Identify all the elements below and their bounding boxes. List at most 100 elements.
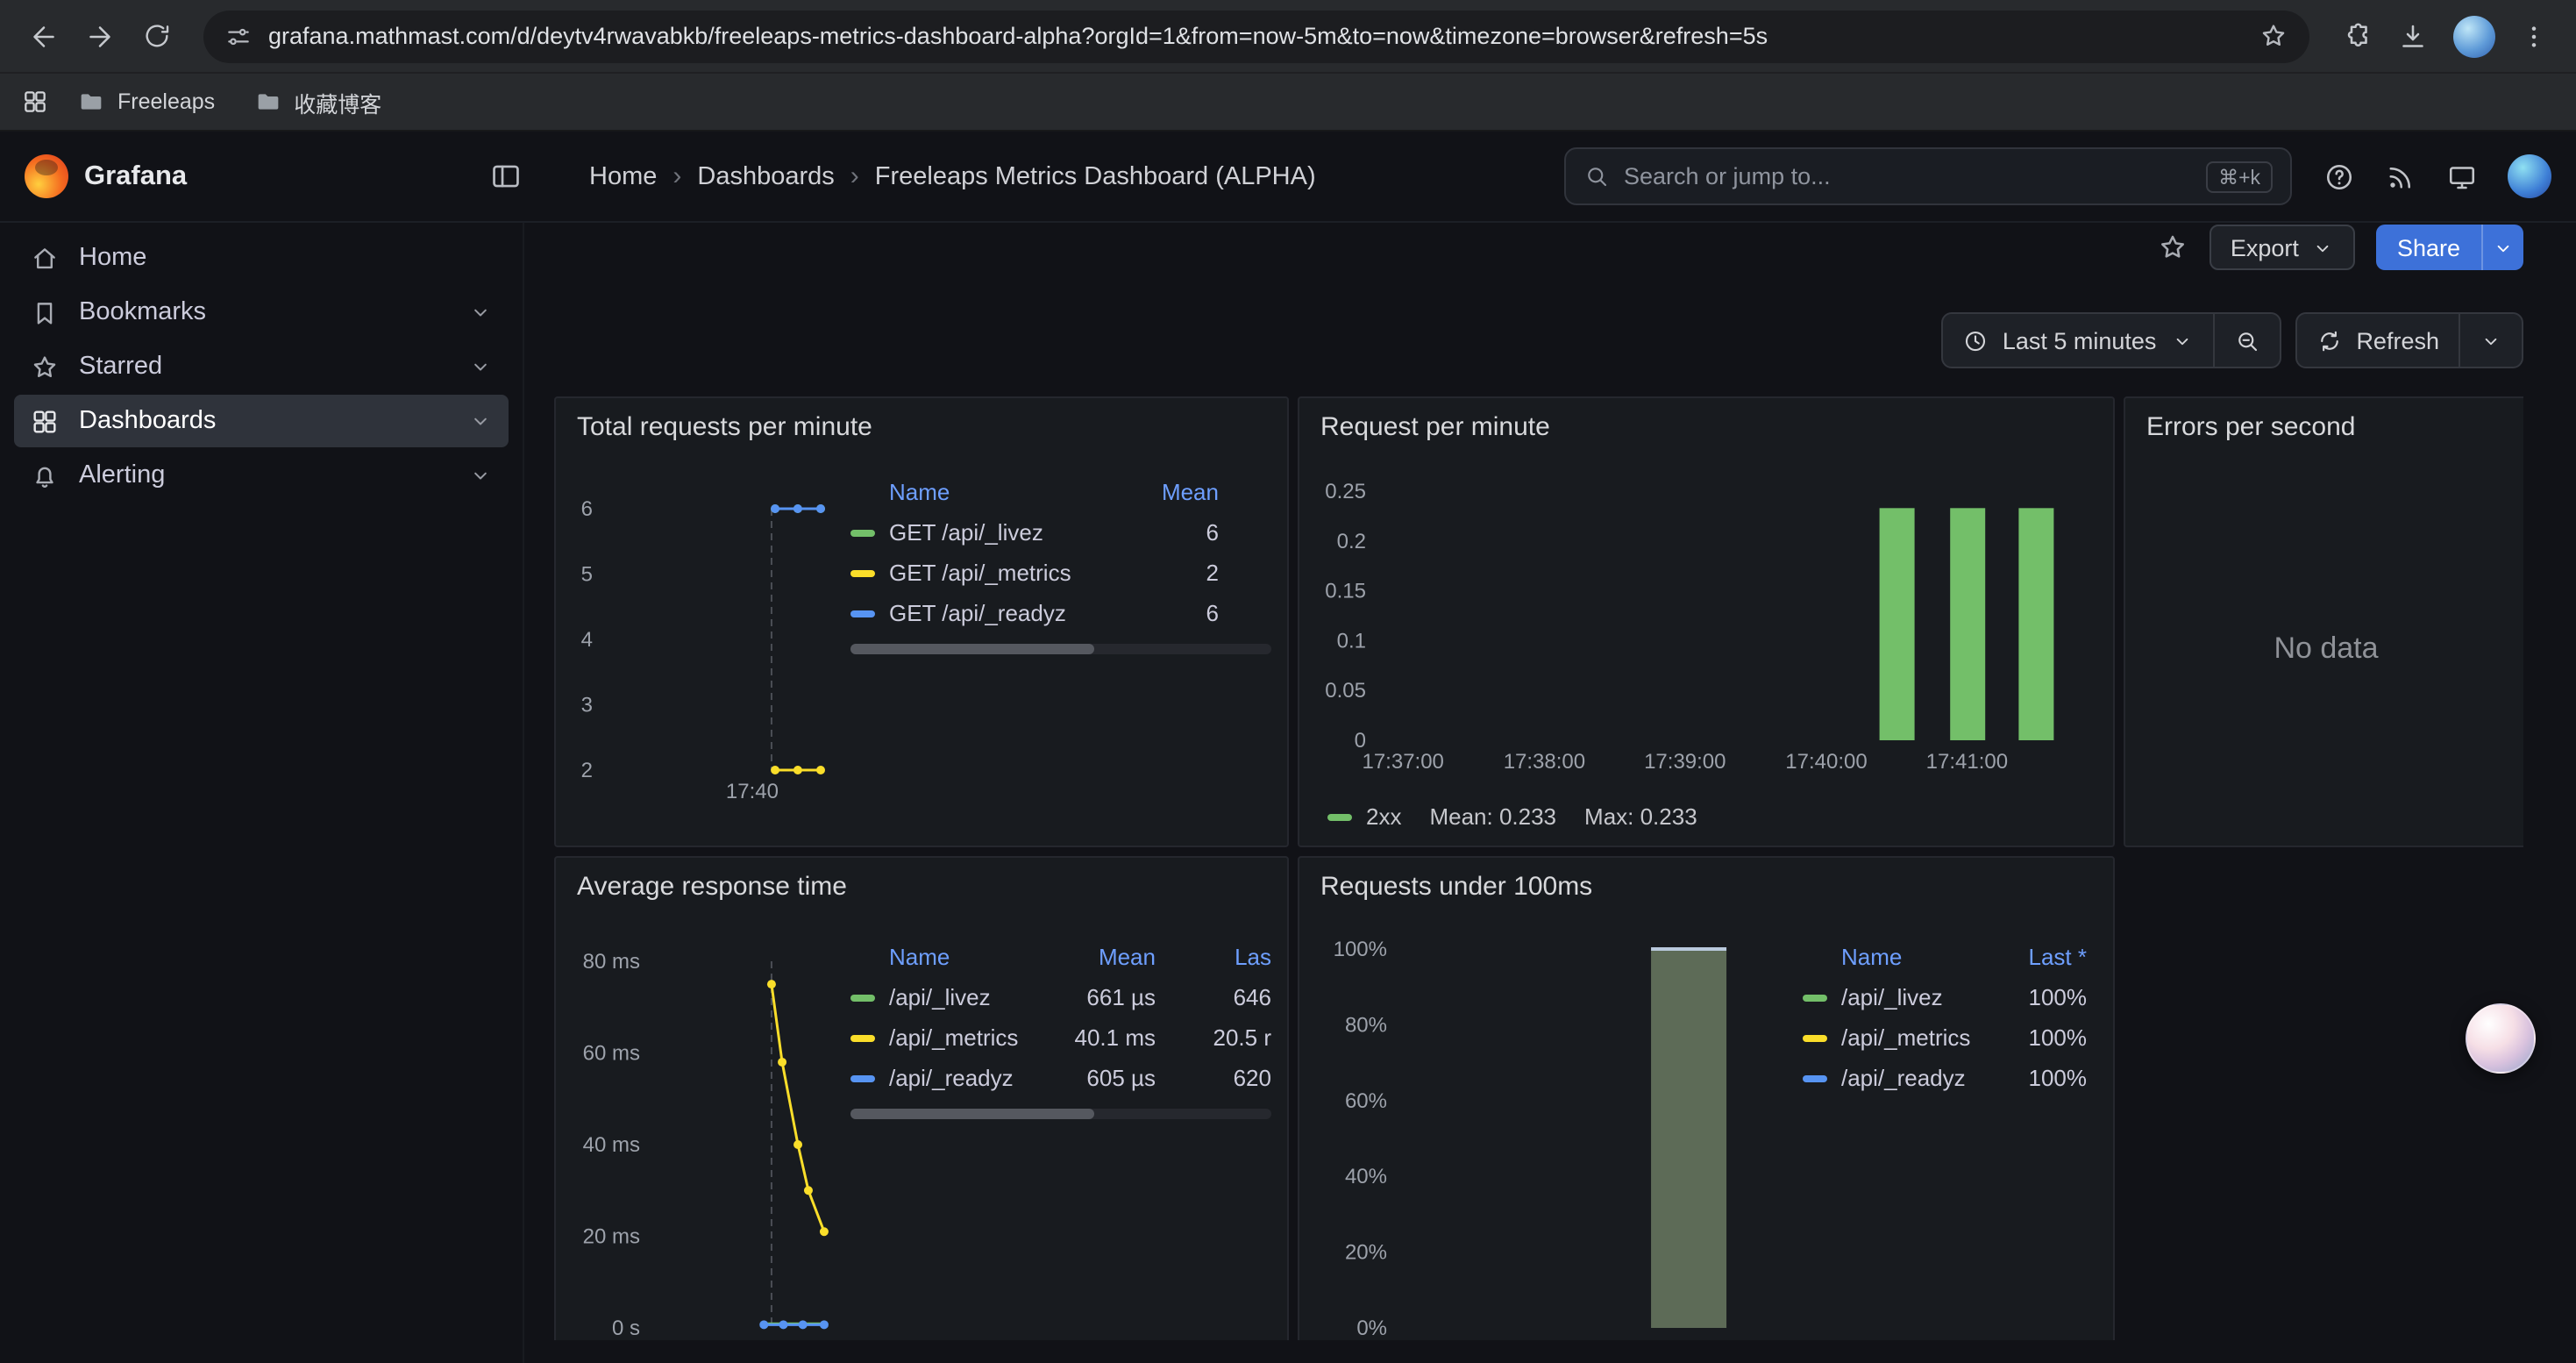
panel-title[interactable]: Requests under 100ms xyxy=(1299,858,2113,902)
extensions-icon[interactable] xyxy=(2341,20,2373,52)
bookmark-item-blogs[interactable]: 收藏博客 xyxy=(243,80,392,124)
breadcrumb-home[interactable]: Home xyxy=(589,162,657,190)
series-mean: 40.1 ms xyxy=(1050,1024,1156,1051)
zoom-out-button[interactable] xyxy=(2212,314,2279,367)
sidebar-item-starred[interactable]: Starred xyxy=(14,340,509,393)
series-label[interactable]: /api/_livez xyxy=(1841,984,1943,1010)
panel-requests-under-100ms[interactable]: Requests under 100ms 0%20%40%60%80%100%1… xyxy=(1298,856,2115,1340)
chevron-down-icon[interactable] xyxy=(468,354,493,379)
series-swatch-green xyxy=(850,994,875,1001)
series-label[interactable]: /api/_metrics xyxy=(889,1024,1018,1051)
refresh-button[interactable]: Refresh xyxy=(2296,314,2459,367)
chart-requests-under-100ms[interactable]: 0%20%40%60%80%100%17:40 xyxy=(1306,907,1832,1340)
browser-menu-icon[interactable] xyxy=(2520,22,2548,50)
monitor-icon[interactable] xyxy=(2446,161,2478,192)
series-label[interactable]: /api/_livez xyxy=(889,984,991,1010)
panel-request-per-minute[interactable]: Request per minute 00.050.10.150.20.2517… xyxy=(1298,396,2115,847)
user-avatar[interactable] xyxy=(2508,154,2551,198)
breadcrumb-dashboards[interactable]: Dashboards xyxy=(697,162,834,190)
panel-title[interactable]: Errors per second xyxy=(2125,398,2523,442)
share-button[interactable]: Share xyxy=(2376,225,2481,270)
back-icon[interactable] xyxy=(18,10,70,62)
svg-text:80%: 80% xyxy=(1345,1013,1387,1037)
share-menu-button[interactable] xyxy=(2481,225,2523,270)
series-label[interactable]: /api/_readyz xyxy=(1841,1065,1966,1091)
refresh-interval-button[interactable] xyxy=(2459,314,2522,367)
grafana-body: Home Bookmarks Starred xyxy=(0,223,2576,1363)
folder-icon xyxy=(253,88,281,116)
chart-total-requests[interactable]: 2345617:40 xyxy=(563,447,854,840)
mega-menu-toggle-icon[interactable] xyxy=(489,160,523,193)
time-controls: Last 5 minutes Refresh xyxy=(524,312,2523,368)
panel-total-requests[interactable]: Total requests per minute 2345617:40 Nam… xyxy=(554,396,1289,847)
svg-text:17:40: 17:40 xyxy=(737,1338,789,1340)
series-label[interactable]: 2xx xyxy=(1366,803,1401,830)
reload-icon[interactable] xyxy=(130,10,182,62)
panel-title[interactable]: Total requests per minute xyxy=(556,398,1287,442)
search-input[interactable]: Search or jump to... ⌘+k xyxy=(1564,147,2292,205)
series-label[interactable]: GET /api/_readyz xyxy=(889,600,1066,626)
scrollbar-thumb[interactable] xyxy=(850,644,1094,654)
breadcrumb-separator: › xyxy=(672,161,681,191)
site-settings-icon[interactable] xyxy=(224,22,253,50)
svg-text:0.15: 0.15 xyxy=(1325,580,1366,603)
svg-text:0 s: 0 s xyxy=(612,1317,640,1340)
legend-row: /api/_livez 100% xyxy=(1803,977,2087,1017)
favorite-star-icon[interactable] xyxy=(2157,232,2188,263)
help-icon[interactable] xyxy=(2323,161,2355,192)
panel-title[interactable]: Request per minute xyxy=(1299,398,2113,442)
floating-assistant-avatar[interactable] xyxy=(2466,1003,2536,1074)
svg-text:60 ms: 60 ms xyxy=(583,1042,640,1066)
share-label: Share xyxy=(2397,234,2460,260)
series-swatch-yellow xyxy=(1803,1034,1827,1041)
series-swatch-blue xyxy=(1803,1074,1827,1081)
svg-text:40%: 40% xyxy=(1345,1165,1387,1188)
chevron-down-icon[interactable] xyxy=(468,409,493,433)
panel-title[interactable]: Average response time xyxy=(556,858,1287,902)
legend-header-name[interactable]: Name xyxy=(850,944,1050,970)
grafana-logo[interactable] xyxy=(25,154,68,198)
series-label[interactable]: /api/_readyz xyxy=(889,1065,1014,1091)
news-rss-icon[interactable] xyxy=(2385,161,2416,192)
legend-scrollbar[interactable] xyxy=(850,644,1271,654)
series-label[interactable]: GET /api/_livez xyxy=(889,519,1043,546)
legend-scrollbar[interactable] xyxy=(850,1109,1271,1119)
chart-average-response-time[interactable]: 0 s20 ms40 ms60 ms80 ms17:40 xyxy=(563,907,847,1340)
bookmark-item-freeleaps[interactable]: Freeleaps xyxy=(67,82,225,121)
series-label[interactable]: /api/_metrics xyxy=(1841,1024,1970,1051)
export-button[interactable]: Export xyxy=(2210,225,2355,270)
sidebar-item-dashboards[interactable]: Dashboards xyxy=(14,395,509,447)
url-text[interactable]: grafana.mathmast.com/d/deytv4rwavabkb/fr… xyxy=(268,23,2259,49)
sidebar-item-bookmarks[interactable]: Bookmarks xyxy=(14,286,509,339)
bookmark-star-icon[interactable] xyxy=(2259,21,2288,51)
sidebar: Home Bookmarks Starred xyxy=(0,223,524,1363)
sidebar-item-home[interactable]: Home xyxy=(14,232,509,284)
legend-header-last[interactable]: Las xyxy=(1156,944,1271,970)
panel-average-response-time[interactable]: Average response time 0 s20 ms40 ms60 ms… xyxy=(554,856,1289,1340)
address-bar[interactable]: grafana.mathmast.com/d/deytv4rwavabkb/fr… xyxy=(203,10,2309,62)
chevron-down-icon[interactable] xyxy=(468,300,493,325)
legend-header-mean[interactable]: Mean xyxy=(1121,479,1219,505)
time-range-button[interactable]: Last 5 minutes xyxy=(1943,314,2213,367)
panel-errors-per-second[interactable]: Errors per second No data xyxy=(2124,396,2523,847)
svg-text:100%: 100% xyxy=(1334,938,1387,961)
time-range-label: Last 5 minutes xyxy=(2003,327,2157,353)
sidebar-item-alerting[interactable]: Alerting xyxy=(14,449,509,502)
chrome-profile-avatar[interactable] xyxy=(2453,15,2495,57)
legend-header-last[interactable]: Last * xyxy=(1989,944,2087,970)
legend-header-mean[interactable]: Mean xyxy=(1050,944,1156,970)
chevron-down-icon[interactable] xyxy=(468,463,493,488)
svg-text:20 ms: 20 ms xyxy=(583,1225,640,1249)
screen: grafana.mathmast.com/d/deytv4rwavabkb/fr… xyxy=(0,0,2576,1363)
grafana-header-left: Grafana xyxy=(25,154,523,198)
forward-icon[interactable] xyxy=(74,10,126,62)
grafana-header: Grafana Home › Dashboards › Freeleaps Me… xyxy=(0,132,2576,223)
legend-header-name[interactable]: Name xyxy=(850,479,1121,505)
series-label[interactable]: GET /api/_metrics xyxy=(889,560,1071,586)
apps-grid-icon[interactable] xyxy=(21,88,49,116)
download-icon[interactable] xyxy=(2397,20,2429,52)
scrollbar-thumb[interactable] xyxy=(850,1109,1094,1119)
legend-header-name[interactable]: Name xyxy=(1803,944,1989,970)
svg-text:3: 3 xyxy=(581,694,593,717)
chart-request-per-minute[interactable]: 00.050.10.150.20.2517:37:0017:38:0017:39… xyxy=(1306,447,2106,805)
